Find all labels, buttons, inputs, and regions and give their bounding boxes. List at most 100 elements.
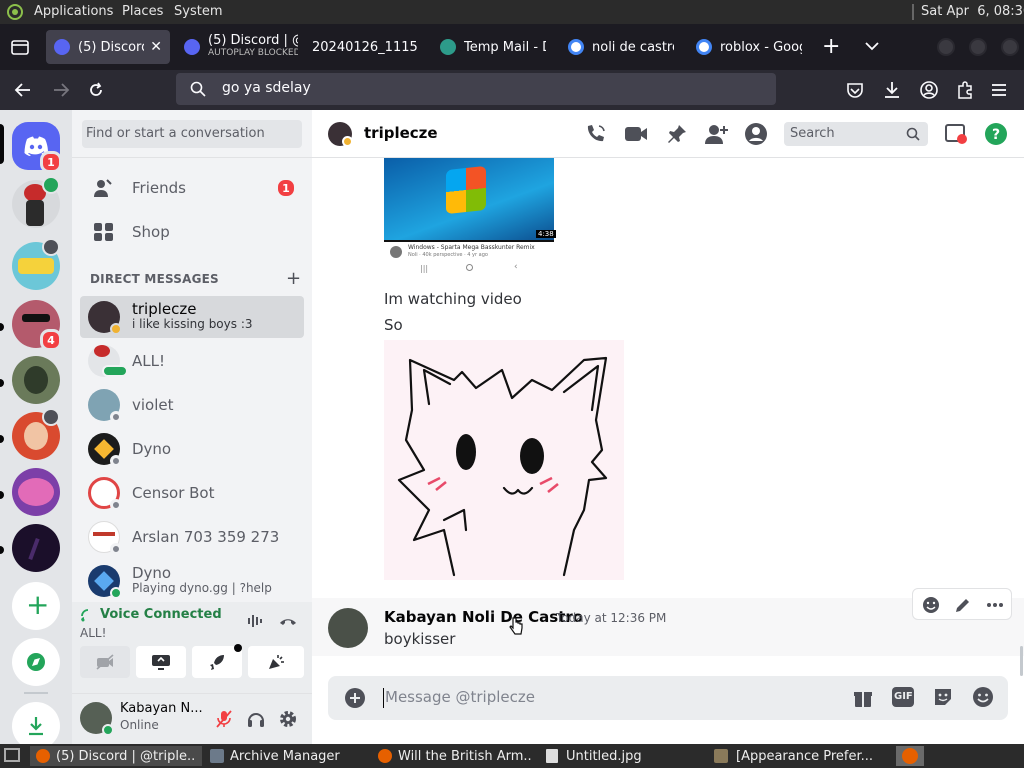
taskbar-item-image-viewer[interactable]: Untitled.jpg xyxy=(540,746,706,766)
clock[interactable]: Sat Apr 6, 08:36 xyxy=(921,4,1024,19)
download-apps-button[interactable] xyxy=(12,702,60,750)
server-avatar-face[interactable]: 4 xyxy=(12,300,62,351)
dm-item-arslan[interactable]: Arslan 703 359 273 xyxy=(80,516,304,558)
screen-share-button[interactable] xyxy=(136,646,186,678)
workspace-switcher[interactable] xyxy=(896,746,924,766)
server-avatar-dark[interactable] xyxy=(12,524,60,572)
back-arrow-icon[interactable] xyxy=(14,81,32,99)
more-options-icon[interactable] xyxy=(985,595,1005,615)
show-desktop-icon[interactable] xyxy=(4,748,20,762)
explore-servers-button[interactable] xyxy=(12,638,60,686)
shop-nav-item[interactable]: Shop xyxy=(80,211,304,253)
soundboard-button[interactable] xyxy=(248,646,304,678)
server-avatar-girl[interactable] xyxy=(12,408,60,460)
find-conversation-button[interactable]: Find or start a conversation xyxy=(82,120,302,148)
video-call-icon[interactable] xyxy=(623,124,649,144)
window-close-button[interactable] xyxy=(1001,38,1019,56)
archive-manager-icon xyxy=(210,749,224,763)
server-avatar-spongebob[interactable] xyxy=(12,238,60,290)
add-reaction-icon[interactable] xyxy=(921,595,941,615)
sticker-icon[interactable] xyxy=(932,686,954,708)
voice-call-icon[interactable] xyxy=(584,123,608,145)
taskbar-item-archive-manager[interactable]: Archive Manager xyxy=(204,746,370,766)
gif-picker-button[interactable]: GIF xyxy=(892,687,914,707)
video-embed-screenshot[interactable]: 4:38 Windows - Sparta Mega Basskunter Re… xyxy=(384,158,556,276)
menu-places[interactable]: Places xyxy=(122,4,163,19)
reload-icon[interactable] xyxy=(87,81,105,99)
tab-google-roblox[interactable]: roblox - Googl xyxy=(688,30,810,64)
add-server-button[interactable]: + xyxy=(12,582,60,630)
dm-item-all[interactable]: ALL! xyxy=(80,340,304,382)
pocket-icon[interactable] xyxy=(845,81,865,99)
dm-item-violet[interactable]: violet xyxy=(80,384,304,426)
discord-home-button[interactable]: 1 xyxy=(12,122,62,173)
taskbar-item-discord[interactable]: (5) Discord | @triple... xyxy=(30,746,202,766)
headphones-icon[interactable] xyxy=(246,709,266,729)
activities-button[interactable] xyxy=(192,644,242,678)
server-avatar-creature[interactable] xyxy=(12,356,60,404)
server-avatar-red-cap[interactable] xyxy=(12,176,60,228)
create-dm-plus-icon[interactable]: + xyxy=(286,268,301,289)
new-tab-plus-icon[interactable]: + xyxy=(822,34,840,59)
channel-title[interactable]: triplecze xyxy=(364,124,438,142)
hamburger-menu-icon[interactable] xyxy=(990,81,1008,99)
tab-overview-icon[interactable] xyxy=(10,38,30,56)
account-icon[interactable] xyxy=(919,80,939,100)
voice-connected-label[interactable]: Voice Connected xyxy=(100,607,222,622)
dm-item-dyno-bot[interactable]: Dyno Playing dyno.gg | ?help xyxy=(80,560,304,602)
server-avatar-anime[interactable] xyxy=(12,468,60,516)
taskbar-item-appearance-preferences[interactable]: [Appearance Prefer... xyxy=(708,746,888,766)
firefox-icon xyxy=(36,749,50,763)
tab-google-noli[interactable]: noli de castro xyxy=(560,30,682,64)
dm-item-dyno[interactable]: Dyno xyxy=(80,428,304,470)
tab-image-file[interactable]: 20240126_111542 xyxy=(304,30,426,64)
offline-status-icon xyxy=(110,411,122,423)
user-name[interactable]: Kabayan N... xyxy=(120,701,203,716)
window-maximize-button[interactable] xyxy=(969,38,987,56)
author-avatar[interactable] xyxy=(328,608,368,648)
chat-scrollbar[interactable] xyxy=(1020,646,1023,676)
tab-discord-active[interactable]: (5) Discord | ✕ xyxy=(46,30,170,64)
gift-icon[interactable] xyxy=(852,687,874,709)
voice-channel-name[interactable]: ALL! xyxy=(80,626,106,640)
taskbar-item-firefox-article[interactable]: Will the British Arm... xyxy=(372,746,538,766)
user-avatar[interactable] xyxy=(80,702,114,736)
recipient-avatar[interactable] xyxy=(328,122,353,147)
emoji-smile-icon[interactable] xyxy=(972,686,994,708)
address-bar[interactable]: go ya sdelay xyxy=(176,73,776,105)
add-friends-to-dm-icon[interactable] xyxy=(704,123,728,145)
user-profile-icon[interactable] xyxy=(744,122,768,146)
message-input[interactable]: Message @triplecze xyxy=(385,688,535,706)
menu-system[interactable]: System xyxy=(174,4,222,19)
help-icon[interactable]: ? xyxy=(984,122,1008,146)
user-panel: Kabayan N... Online xyxy=(72,694,312,744)
camera-off-button[interactable] xyxy=(80,646,130,678)
noise-suppression-icon[interactable] xyxy=(247,614,265,628)
disconnect-phone-icon[interactable] xyxy=(278,615,298,627)
message-author[interactable]: Kabayan Noli De Castro xyxy=(384,608,583,626)
soundboard-icon xyxy=(269,655,284,669)
cat-drawing-image[interactable] xyxy=(384,340,624,580)
taskbar-item-title: Untitled.jpg xyxy=(566,748,642,764)
tab-close-icon[interactable]: ✕ xyxy=(150,39,162,55)
dm-item-triplecze[interactable]: triplecze i like kissing boys :3 xyxy=(80,296,304,338)
chat-search-input[interactable]: Search xyxy=(784,122,928,146)
tab-list-chevron-down-icon[interactable] xyxy=(864,40,880,52)
gear-icon[interactable] xyxy=(278,709,298,729)
rocket-icon xyxy=(210,655,224,670)
menu-applications[interactable]: Applications xyxy=(34,4,113,19)
edit-pencil-icon[interactable] xyxy=(953,595,973,615)
extensions-puzzle-icon[interactable] xyxy=(955,80,975,100)
downloads-icon[interactable] xyxy=(882,80,902,100)
pinned-messages-icon[interactable] xyxy=(666,123,688,145)
friends-nav-item[interactable]: Friends 1 xyxy=(80,167,304,209)
tab-temp-mail[interactable]: Temp Mail - D xyxy=(432,30,554,64)
microphone-muted-icon[interactable] xyxy=(214,709,234,729)
forward-arrow-icon[interactable] xyxy=(52,81,70,99)
inbox-icon[interactable] xyxy=(944,123,968,145)
tab-discord-autoplay[interactable]: (5) Discord | @ AUTOPLAY BLOCKED xyxy=(176,30,298,64)
dm-item-censor-bot[interactable]: Censor Bot xyxy=(80,472,304,514)
window-minimize-button[interactable] xyxy=(937,38,955,56)
distro-logo-icon[interactable] xyxy=(6,3,24,21)
upload-plus-icon[interactable] xyxy=(344,687,366,709)
